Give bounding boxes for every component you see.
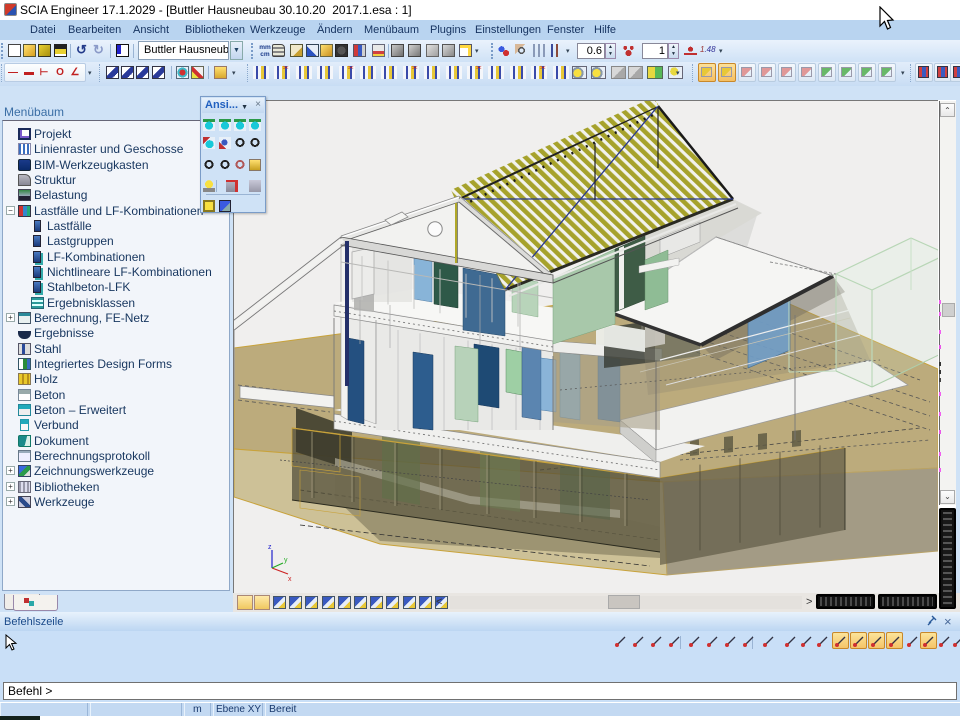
- svg-text:y: y: [284, 557, 288, 564]
- svg-text:z: z: [268, 544, 272, 551]
- svg-text:x: x: [288, 576, 292, 583]
